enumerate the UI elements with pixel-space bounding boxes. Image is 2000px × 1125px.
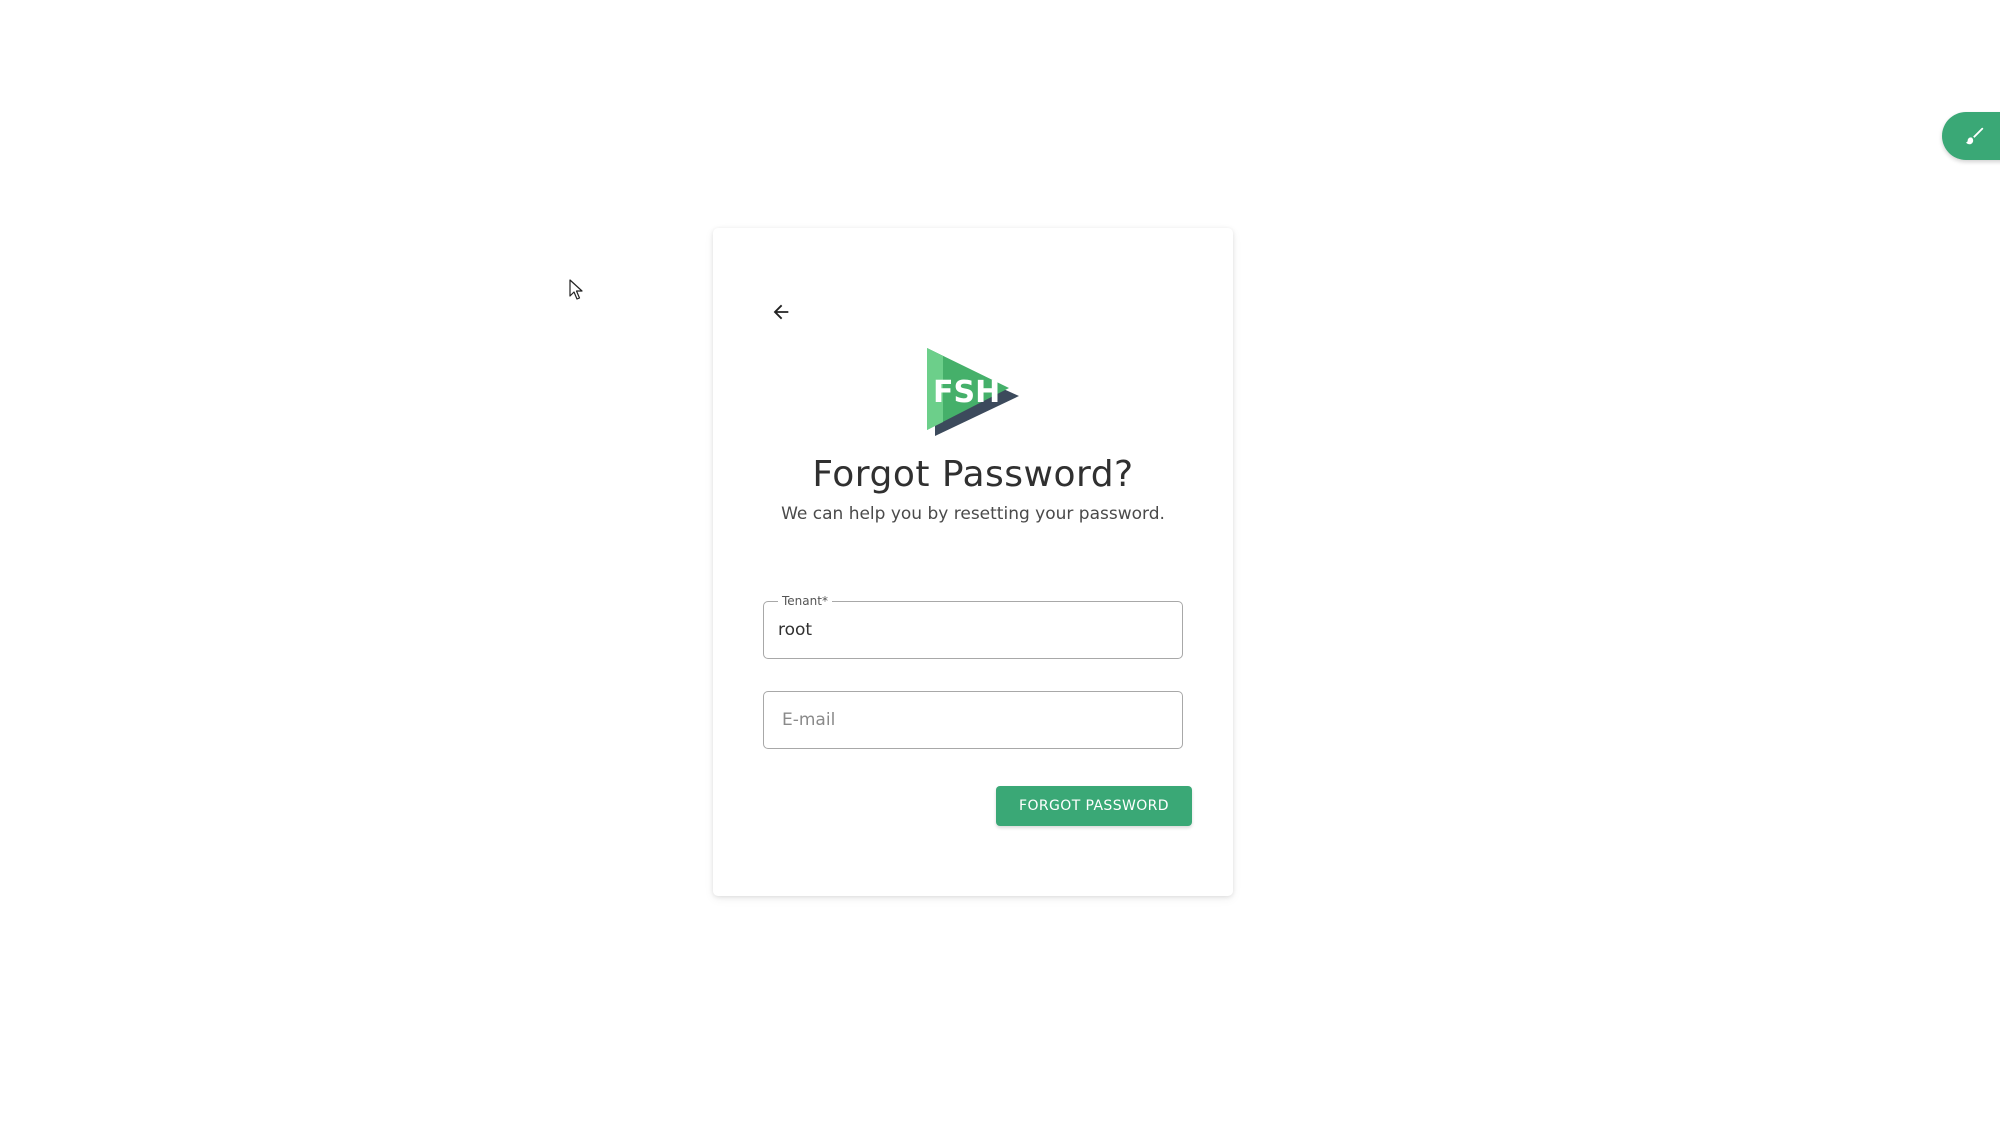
logo-text: FSH [933,375,1000,410]
tenant-field[interactable]: Tenant* [763,593,1183,659]
forgot-password-button[interactable]: FORGOT PASSWORD [996,786,1192,826]
page-subtitle: We can help you by resetting your passwo… [781,504,1165,524]
back-button[interactable] [761,292,801,332]
fsh-logo: FSH [923,346,1023,438]
mouse-pointer-icon [569,279,583,300]
arrow-left-icon [773,304,789,320]
email-input[interactable] [764,692,1182,748]
email-field[interactable] [763,691,1183,749]
page-title: Forgot Password? [812,454,1134,495]
theme-toggle-button[interactable] [1942,112,2000,160]
page: FSH Forgot Password? We can help you by … [0,0,2000,1125]
forgot-password-card: FSH Forgot Password? We can help you by … [713,228,1233,896]
tenant-input[interactable] [764,602,1182,658]
paintbrush-icon [1965,127,1984,145]
